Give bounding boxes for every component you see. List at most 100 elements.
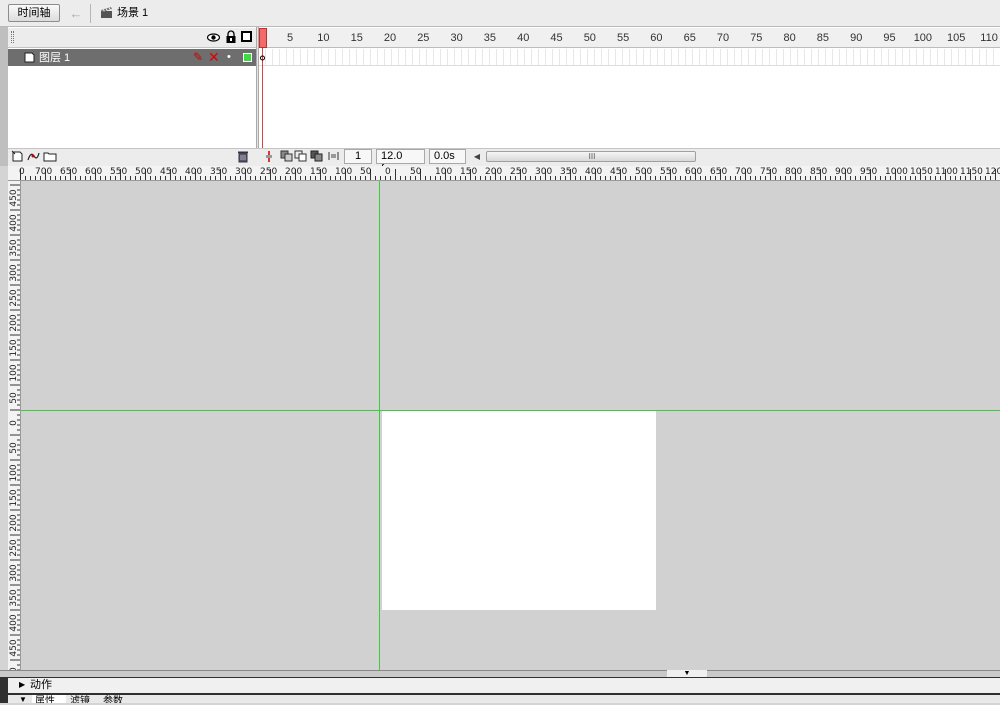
ruler-label: 0	[9, 420, 19, 426]
ruler-label: 450	[9, 639, 19, 657]
edit-multiple-frames-icon[interactable]	[310, 150, 323, 162]
ruler-label: 1050	[910, 167, 933, 177]
frame-number: 35	[483, 32, 497, 44]
frame-number: 5	[287, 32, 294, 44]
ruler-label: 250	[260, 167, 278, 177]
eye-icon[interactable]	[207, 31, 220, 44]
ruler-label: 50	[360, 167, 372, 177]
ruler-label: 500	[635, 167, 653, 177]
onion-skin-icon[interactable]	[280, 150, 293, 162]
ruler-label: 600	[85, 167, 103, 177]
back-arrow-icon[interactable]: ←	[67, 6, 85, 22]
frame-rate-field[interactable]: 12.0 fps	[376, 149, 425, 175]
expand-arrow-icon[interactable]: ▶	[19, 679, 27, 691]
ruler-label: 400	[9, 614, 19, 632]
frame-number: 80	[783, 32, 796, 44]
layer-name[interactable]: 图层 1	[39, 51, 70, 65]
actions-panel-header[interactable]	[8, 678, 1000, 693]
ruler-label: 350	[560, 167, 578, 177]
properties-panel-header	[8, 695, 1000, 703]
layer-outline-color-swatch[interactable]	[243, 53, 252, 62]
scroll-left-arrow-icon[interactable]: ◀	[472, 151, 482, 162]
trash-icon[interactable]	[237, 150, 249, 163]
scene-breadcrumb[interactable]: 场景 1	[117, 6, 148, 22]
actions-panel-title[interactable]: 动作	[30, 678, 52, 692]
timeline-toggle-button[interactable]: 时间轴	[8, 4, 60, 22]
current-frame-field[interactable]: 1	[344, 149, 372, 164]
lock-dot-icon[interactable]: •	[227, 50, 233, 64]
tab-properties[interactable]: 属性	[32, 695, 66, 703]
tab-filters[interactable]: 滤镜	[70, 695, 90, 703]
add-layer-icon[interactable]	[11, 150, 24, 162]
panel-separator[interactable]	[0, 670, 1000, 677]
frame-number: 90	[850, 32, 863, 44]
ruler-label: 150	[310, 167, 328, 177]
keyframe-marker-icon[interactable]	[260, 54, 265, 61]
tab-parameters[interactable]: 参数	[103, 695, 123, 703]
scrollbar-grip[interactable]: III	[586, 151, 598, 162]
ruler-label: 150	[460, 167, 478, 177]
ruler-label: 400	[185, 167, 203, 177]
ruler-label: 100	[435, 167, 453, 177]
ruler-label: 350	[9, 589, 19, 607]
frame-number: 65	[683, 32, 696, 44]
ruler-label: 350	[210, 167, 228, 177]
ruler-label: 50	[9, 442, 19, 454]
frame-number: 110	[980, 32, 998, 44]
center-frame-icon[interactable]	[264, 150, 274, 163]
ruler-label: 550	[660, 167, 678, 177]
clapperboard-icon	[101, 7, 112, 18]
ruler-label: 250	[9, 289, 19, 307]
panel-edge	[0, 27, 8, 166]
outline-toggle-icon[interactable]	[241, 31, 252, 42]
ruler-label: 700	[735, 167, 753, 177]
ruler-label: 300	[235, 167, 253, 177]
frame-cells[interactable]	[259, 49, 1000, 66]
ruler-label: 300	[535, 167, 553, 177]
ruler-label: 400	[9, 214, 19, 232]
panel-grip[interactable]	[11, 31, 14, 43]
ruler-label: 950	[860, 167, 878, 177]
ruler-label: 800	[785, 167, 803, 177]
frame-number-ruler[interactable]: 5 10 15 20 25 30 35 40 45 50 55 60 65 70 75 80 85 90 95 100…	[259, 28, 1000, 48]
hide-x-icon[interactable]: ✕	[208, 50, 220, 64]
collapse-arrow-icon[interactable]: ▼	[667, 670, 707, 677]
ruler-label: 400	[585, 167, 603, 177]
modify-onion-markers-icon[interactable]	[327, 150, 340, 162]
onion-skin-outline-icon[interactable]	[294, 150, 307, 162]
elapsed-time-field: 0.0s	[429, 149, 466, 164]
ruler-label: 450	[610, 167, 628, 177]
ruler-label: 250	[9, 539, 19, 557]
ruler-label: 300	[9, 564, 19, 582]
ruler-label: 150	[9, 339, 19, 357]
frame-number: 85	[816, 32, 830, 44]
ruler-label: 600	[685, 167, 703, 177]
ruler-label: 900	[835, 167, 853, 177]
frame-number: 30	[450, 32, 463, 44]
frame-number: 55	[617, 32, 630, 44]
ruler-label: 50	[9, 662, 19, 670]
frame-number: 60	[650, 32, 663, 44]
vertical-guide-line[interactable]	[379, 181, 380, 670]
frame-number: 105	[947, 32, 966, 44]
frame-number: 75	[750, 32, 763, 44]
playhead[interactable]	[259, 28, 267, 48]
ruler-label: 200	[485, 167, 503, 177]
ruler-label: 0	[19, 167, 25, 177]
ruler-label: 200	[285, 167, 303, 177]
ruler-label: 700	[35, 167, 53, 177]
ruler-label: 500	[135, 167, 153, 177]
frame-number: 15	[350, 32, 363, 44]
frame-number: 95	[883, 32, 896, 44]
ruler-label: 650	[60, 167, 78, 177]
collapse-arrow-icon[interactable]: ▼	[19, 695, 27, 705]
frame-number: 50	[583, 32, 596, 44]
add-folder-icon[interactable]	[43, 150, 57, 162]
horizontal-guide-line[interactable]	[21, 410, 1000, 411]
lock-icon[interactable]	[225, 30, 237, 44]
layer-list-empty	[8, 66, 256, 148]
ruler-label: 300	[9, 264, 19, 282]
add-motion-guide-icon[interactable]	[27, 150, 40, 162]
vertical-ruler: 450 400 350 300 250 200 150 100 50 0 50 100 150 200 25…	[8, 181, 21, 670]
stage-canvas[interactable]	[382, 411, 656, 610]
